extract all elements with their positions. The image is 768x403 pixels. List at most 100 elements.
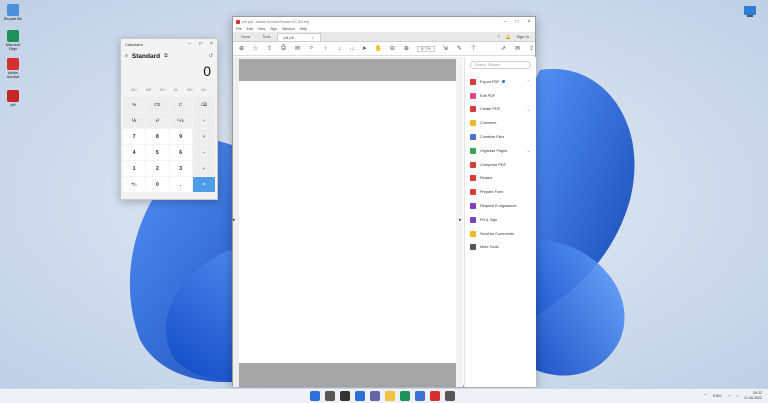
tool-item[interactable]: Combine Files — [465, 130, 536, 144]
tool-item[interactable]: Request E-signatures — [465, 199, 536, 213]
control-panel-desktop-icon[interactable] — [742, 4, 758, 18]
create-icon[interactable]: ⊕ — [238, 45, 245, 52]
menu-item[interactable]: Window — [282, 27, 294, 31]
bookmark-star-icon[interactable]: ☆ — [252, 45, 259, 52]
tool-item[interactable]: Edit PDF — [465, 89, 536, 103]
share-icon[interactable]: ⇗ — [500, 45, 507, 52]
sign-in-button[interactable]: Sign In — [517, 34, 529, 39]
file-explorer-icon[interactable] — [385, 391, 395, 401]
minimize-button[interactable]: – — [184, 41, 195, 47]
calculator-key[interactable]: 2 — [146, 161, 169, 176]
calculator-icon[interactable] — [445, 391, 455, 401]
calculator-key[interactable]: 3 — [169, 161, 192, 176]
document-area[interactable]: ◂ — [232, 57, 463, 387]
calculator-key[interactable]: CE — [146, 97, 169, 112]
print-icon[interactable]: ⎙ — [280, 45, 287, 52]
calculator-key[interactable]: 9 — [169, 129, 192, 144]
upload-icon[interactable]: ⇧ — [266, 45, 273, 52]
close-button[interactable]: × — [523, 19, 535, 25]
tab-tools[interactable]: Tools — [256, 33, 276, 41]
hamburger-menu-icon[interactable]: ≡ — [125, 53, 128, 59]
widgets-icon[interactable] — [355, 391, 365, 401]
tool-item[interactable]: Fill & Sign — [465, 213, 536, 227]
chevron-icon[interactable]: ⌄ — [527, 107, 530, 112]
menu-item[interactable]: Help — [300, 27, 307, 31]
volume-icon[interactable]: ♪ — [736, 393, 738, 398]
tab-document[interactable]: pdf.pdf × — [276, 33, 321, 41]
stamp-icon[interactable]: ⊤ — [470, 45, 477, 52]
menu-item[interactable]: Edit — [247, 27, 253, 31]
calculator-window[interactable]: Calculator – □ × ≡ Standard ⧉ ↺ 0 MC MR M+… — [120, 38, 218, 200]
maximize-button[interactable]: □ — [195, 41, 206, 47]
memory-button[interactable]: M˅ — [202, 88, 207, 92]
tool-item[interactable]: Prepare Form — [465, 185, 536, 199]
keep-on-top-icon[interactable]: ⧉ — [164, 53, 168, 59]
clock[interactable]: 05:22 21-06-2022 — [744, 391, 762, 400]
memory-button[interactable]: M+ — [160, 88, 165, 92]
calculator-titlebar[interactable]: Calculator – □ × — [121, 39, 217, 49]
edge-icon[interactable] — [400, 391, 410, 401]
task-view-icon[interactable] — [340, 391, 350, 401]
calculator-key[interactable]: % — [123, 97, 146, 112]
tool-item[interactable]: Send for Comments — [465, 227, 536, 241]
tools-search-input[interactable]: Search 'Shapes' — [470, 61, 531, 69]
highlight-icon[interactable]: ✎ — [456, 45, 463, 52]
acrobat-icon[interactable] — [430, 391, 440, 401]
chevron-icon[interactable]: ⌃ — [527, 79, 530, 84]
zoom-select[interactable]: 57.7% — [416, 45, 435, 52]
calculator-key[interactable]: 0 — [146, 177, 169, 192]
select-cursor-icon[interactable]: ➤ — [361, 45, 368, 52]
memory-button[interactable]: MS — [187, 88, 192, 92]
search-icon[interactable]: ⌕ — [308, 45, 315, 52]
help-icon[interactable]: ? — [497, 34, 499, 39]
calculator-key[interactable]: 1 — [123, 161, 146, 176]
desktop-icon[interactable]: Adobe Acrobat — [2, 58, 24, 79]
chat-icon[interactable] — [370, 391, 380, 401]
envelope-icon[interactable]: ✉ — [294, 45, 301, 52]
calculator-key[interactable]: x² — [146, 113, 169, 128]
calculator-key[interactable]: ⅟x — [123, 113, 146, 128]
calculator-key[interactable]: 4 — [123, 145, 146, 160]
fit-page-icon[interactable]: ⇲ — [442, 45, 449, 52]
tool-item[interactable]: More Tools — [465, 241, 536, 255]
calculator-key[interactable]: C — [169, 97, 192, 112]
menu-item[interactable]: View — [258, 27, 266, 31]
tool-item[interactable]: Export PDF ⌃ — [465, 75, 536, 89]
desktop-icon[interactable]: Recycle Bin — [2, 4, 24, 21]
calculator-key[interactable]: ⌫ — [192, 97, 215, 112]
maximize-button[interactable]: □ — [511, 19, 523, 25]
menu-item[interactable]: File — [236, 27, 242, 31]
calculator-key[interactable]: − — [192, 145, 215, 160]
pdf-page[interactable] — [239, 81, 456, 363]
calculator-key[interactable]: ⁺∕₋ — [123, 177, 146, 192]
tab-home[interactable]: Home — [235, 33, 256, 41]
page-indicator[interactable]: / 1 — [350, 47, 354, 51]
memory-button[interactable]: MR — [146, 88, 151, 92]
zoom-out-icon[interactable]: ⊖ — [389, 45, 396, 52]
store-icon[interactable] — [415, 391, 425, 401]
chevron-up-icon[interactable]: ⌃ — [704, 393, 707, 398]
calculator-key[interactable]: 6 — [169, 145, 192, 160]
memory-button[interactable]: MC — [131, 88, 136, 92]
acrobat-window[interactable]: pdf.pdf - Adobe Acrobat Reader DC (64-bi… — [232, 16, 536, 387]
calculator-key[interactable]: + — [192, 161, 215, 176]
tool-item[interactable]: Comment — [465, 116, 536, 130]
calculator-key[interactable]: 8 — [146, 129, 169, 144]
close-button[interactable]: × — [206, 41, 217, 47]
calculator-key[interactable]: × — [192, 129, 215, 144]
desktop-icon[interactable]: pdf — [2, 90, 24, 107]
memory-button[interactable]: M- — [174, 88, 178, 92]
search-icon[interactable] — [325, 391, 335, 401]
zoom-in-icon[interactable]: ⊕ — [403, 45, 410, 52]
calculator-key[interactable]: = — [192, 177, 215, 192]
notifications-icon[interactable]: 🔔 — [506, 34, 511, 39]
minimize-button[interactable]: – — [499, 19, 511, 25]
page-up-icon[interactable]: ↑ — [322, 46, 329, 52]
calculator-key[interactable]: ²√x — [169, 113, 192, 128]
tool-item[interactable]: Create PDF ⌄ — [465, 103, 536, 117]
tool-item[interactable]: Compress PDF — [465, 158, 536, 172]
calculator-key[interactable]: 5 — [146, 145, 169, 160]
calculator-key[interactable]: 7 — [123, 129, 146, 144]
left-panel-toggle-icon[interactable]: ◂ — [232, 217, 235, 223]
mail-icon[interactable]: ✉ — [514, 45, 521, 52]
